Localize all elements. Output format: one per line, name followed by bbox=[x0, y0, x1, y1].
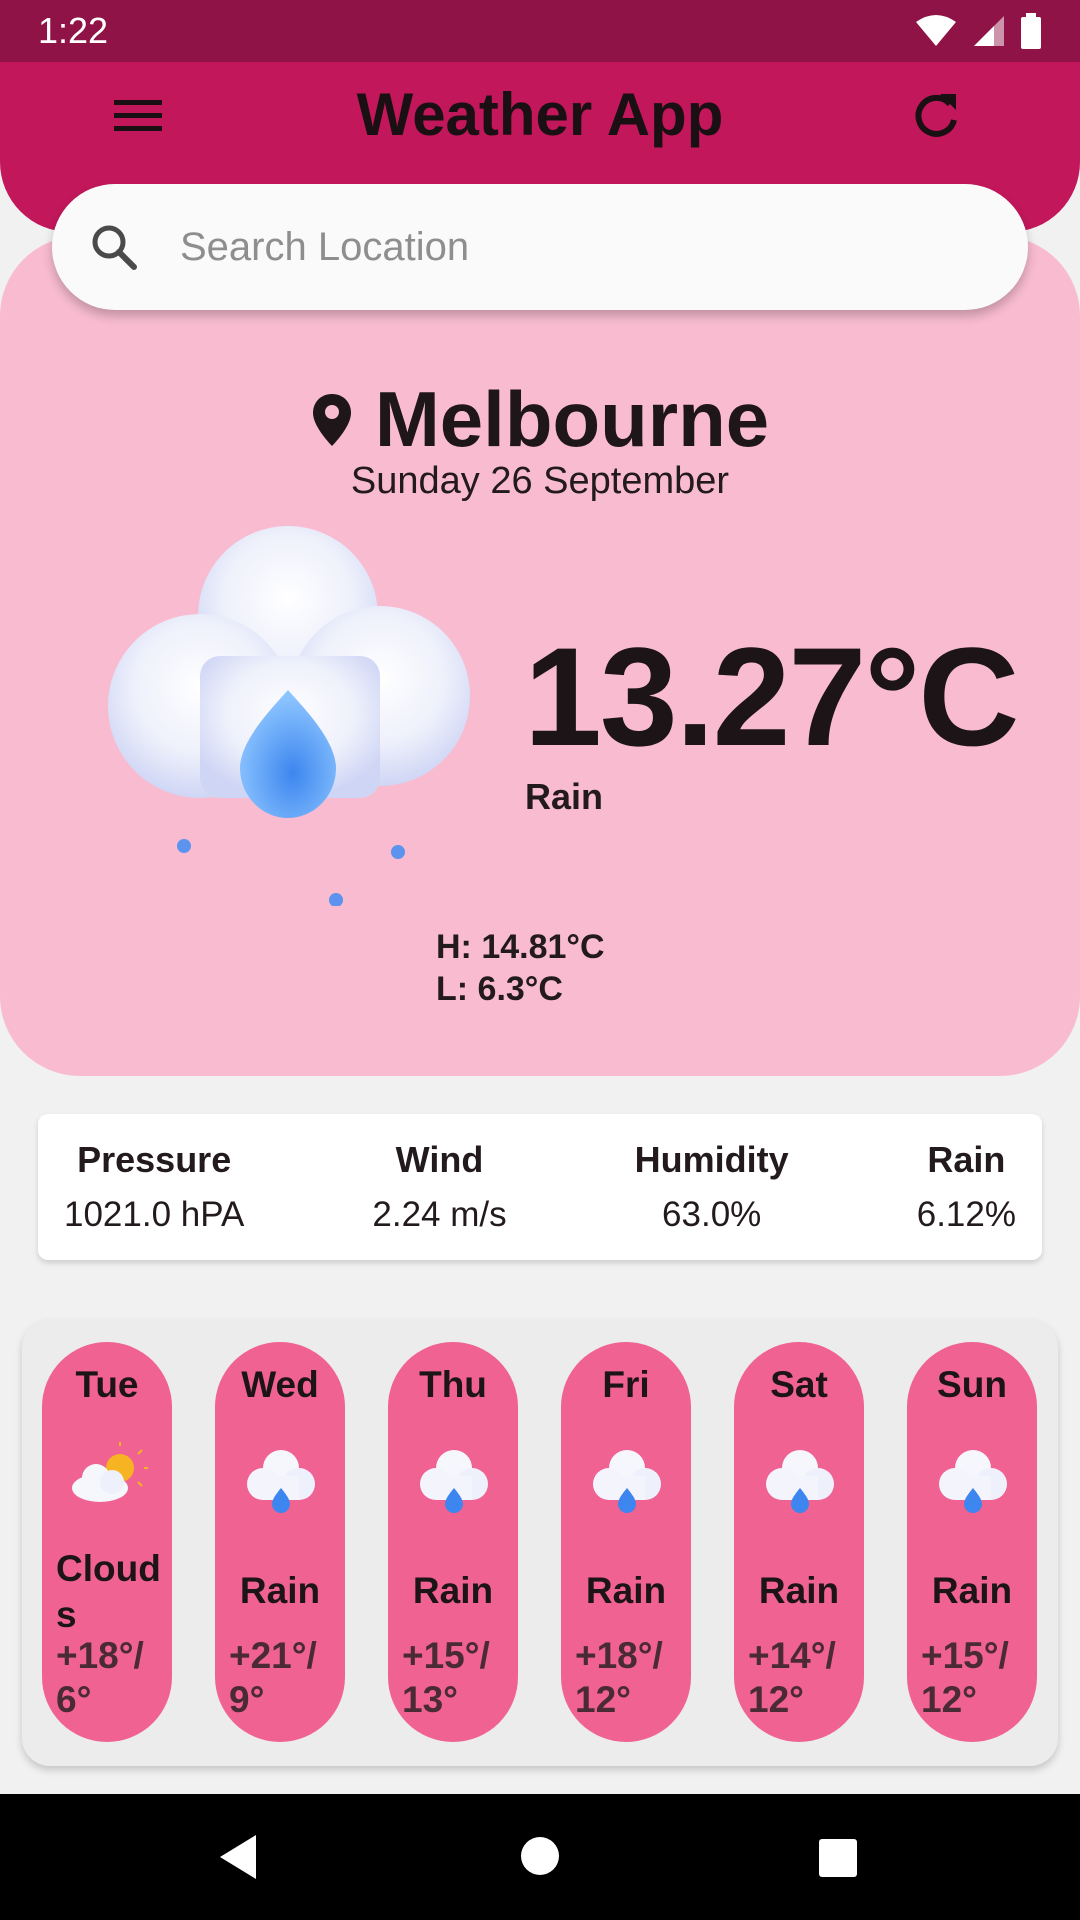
stat-value: 1021.0 hPA bbox=[64, 1195, 245, 1234]
status-icons bbox=[914, 13, 1042, 49]
rain-cloud-icon bbox=[593, 1450, 661, 1513]
forecast-card: Tue Cloud s +18°/ 6° Wed Rain +21°/ 9° T… bbox=[22, 1320, 1058, 1766]
day-condition: Cloud s bbox=[56, 1548, 161, 1635]
current-date: Sunday 26 September bbox=[350, 460, 730, 502]
day-condition: Rain bbox=[931, 1570, 1013, 1611]
day-name: Sun bbox=[937, 1364, 1007, 1405]
status-time: 1:22 bbox=[38, 10, 109, 51]
stat-label: Wind bbox=[395, 1139, 484, 1180]
location-row: Melbourne bbox=[0, 374, 1080, 465]
city-name: Melbourne bbox=[374, 375, 770, 463]
search-bar[interactable] bbox=[52, 184, 1028, 310]
stat-value: 63.0% bbox=[662, 1195, 762, 1234]
status-bar: 1:22 bbox=[0, 0, 1080, 62]
high-temp: H: 14.81°C bbox=[436, 928, 605, 966]
stat-label: Humidity bbox=[634, 1139, 789, 1180]
signal-icon bbox=[974, 16, 1004, 46]
day-condition: Rain bbox=[585, 1570, 667, 1611]
current-temperature: 13.27°C bbox=[524, 618, 1019, 775]
battery-icon bbox=[1021, 13, 1041, 49]
rain-cloud-icon bbox=[108, 526, 470, 906]
wifi-icon bbox=[916, 15, 956, 46]
stat-wind: Wind 2.24 m/s bbox=[372, 1139, 506, 1235]
day-condition: Rain bbox=[412, 1570, 494, 1611]
stat-rain: Rain 6.12% bbox=[917, 1139, 1016, 1235]
search-input[interactable] bbox=[180, 224, 940, 270]
forecast-day-sat[interactable]: Sat Rain +14°/ 12° bbox=[734, 1342, 864, 1742]
home-icon[interactable] bbox=[520, 1836, 560, 1876]
day-name: Wed bbox=[241, 1364, 319, 1405]
current-weather-card: Melbourne Sunday 26 September 13.27°C Ra… bbox=[0, 236, 1080, 1076]
day-temp: +15°/ 13° bbox=[402, 1635, 490, 1720]
refresh-button[interactable] bbox=[910, 90, 970, 150]
low-temp: L: 6.3°C bbox=[436, 970, 563, 1008]
refresh-icon bbox=[915, 94, 957, 137]
high-low-temps: H: 14.81°C L: 6.3°C bbox=[436, 926, 605, 1010]
partly-cloudy-icon bbox=[72, 1442, 148, 1502]
forecast-day-thu[interactable]: Thu Rain +15°/ 13° bbox=[388, 1342, 518, 1742]
day-name: Fri bbox=[602, 1364, 650, 1405]
day-temp: +18°/ 6° bbox=[56, 1635, 144, 1720]
stat-value: 6.12% bbox=[916, 1195, 1016, 1234]
search-icon bbox=[92, 225, 137, 270]
day-name: Tue bbox=[75, 1364, 139, 1405]
day-temp: +18°/ 12° bbox=[575, 1635, 663, 1720]
forecast-day-wed[interactable]: Wed Rain +21°/ 9° bbox=[215, 1342, 345, 1742]
stat-pressure: Pressure 1021.0 hPA bbox=[64, 1139, 244, 1235]
day-temp: +14°/ 12° bbox=[748, 1635, 836, 1720]
location-pin-icon bbox=[312, 393, 351, 446]
forecast-day-sun[interactable]: Sun Rain +15°/ 12° bbox=[907, 1342, 1037, 1742]
rain-cloud-icon bbox=[247, 1450, 315, 1513]
forecast-day-tue[interactable]: Tue Cloud s +18°/ 6° bbox=[42, 1342, 172, 1742]
back-icon[interactable] bbox=[216, 1832, 260, 1882]
weather-stats-card: Pressure 1021.0 hPA Wind 2.24 m/s Humidi… bbox=[38, 1114, 1042, 1260]
current-condition: Rain bbox=[525, 776, 604, 817]
stat-label: Rain bbox=[927, 1139, 1006, 1180]
rain-cloud-icon bbox=[766, 1450, 834, 1513]
day-temp: +21°/ 9° bbox=[229, 1635, 317, 1720]
day-name: Thu bbox=[419, 1364, 487, 1405]
stat-humidity: Humidity 63.0% bbox=[635, 1139, 789, 1235]
forecast-day-fri[interactable]: Fri Rain +18°/ 12° bbox=[561, 1342, 691, 1742]
recent-apps-icon[interactable] bbox=[818, 1838, 858, 1878]
stat-value: 2.24 m/s bbox=[372, 1195, 507, 1234]
rain-cloud-icon bbox=[420, 1450, 488, 1513]
day-condition: Rain bbox=[758, 1570, 840, 1611]
system-nav-bar bbox=[0, 1794, 1080, 1920]
stat-label: Pressure bbox=[77, 1139, 232, 1180]
day-name: Sat bbox=[770, 1364, 828, 1405]
day-condition: Rain bbox=[239, 1570, 321, 1611]
day-temp: +15°/ 12° bbox=[921, 1635, 1009, 1720]
rain-cloud-icon bbox=[939, 1450, 1007, 1513]
